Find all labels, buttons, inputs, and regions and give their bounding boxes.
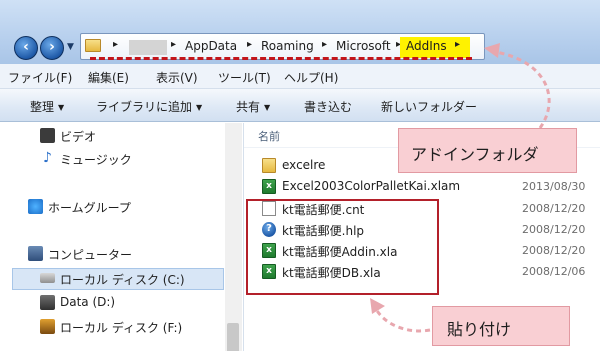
hard-drive-icon bbox=[40, 273, 55, 283]
back-icon[interactable]: ‹ bbox=[14, 36, 38, 60]
address-bar[interactable]: ▸ ▸ AppData ▸ Roaming ▸ Microsoft ▸ AddI… bbox=[80, 33, 485, 60]
pasted-files-highlight-box bbox=[246, 199, 439, 295]
removable-drive-icon bbox=[40, 319, 55, 334]
paste-callout: 貼り付け bbox=[432, 306, 570, 346]
drive-icon bbox=[40, 295, 55, 310]
addin-folder-callout-text: アドインフォルダ bbox=[411, 145, 539, 164]
computer-icon bbox=[28, 246, 43, 261]
menu-file[interactable]: ファイル(F) bbox=[8, 69, 72, 86]
address-toolbar: ‹ › ▼ ▸ ▸ AppData ▸ Roaming ▸ Microsoft … bbox=[0, 0, 600, 64]
folder-icon bbox=[262, 158, 276, 173]
nav-item-label: ホームグループ bbox=[48, 201, 131, 215]
breadcrumb-roaming[interactable]: Roaming bbox=[261, 39, 314, 53]
add-to-library-button[interactable]: ライブラリに追加 ▼ bbox=[96, 98, 202, 115]
file-date: 2013/08/30 bbox=[522, 180, 586, 193]
file-name: excelre bbox=[282, 158, 326, 172]
nav-scrollbar-thumb[interactable] bbox=[227, 323, 239, 351]
nav-item-label: ビデオ bbox=[60, 130, 97, 144]
music-note-icon: ♪ bbox=[43, 150, 52, 166]
file-date: 2008/12/20 bbox=[522, 223, 586, 236]
file-name: Excel2003ColorPalletKai.xlam bbox=[282, 179, 461, 193]
history-dropdown-icon[interactable]: ▼ bbox=[67, 42, 74, 52]
nav-item-label: ローカル ディスク (F:) bbox=[60, 321, 183, 335]
paste-callout-text: 貼り付け bbox=[447, 320, 512, 339]
redacted-user-crumb bbox=[129, 40, 167, 55]
share-button[interactable]: 共有 ▼ bbox=[236, 98, 270, 115]
column-header-name[interactable]: 名前 bbox=[258, 128, 280, 144]
nav-item-label: Data (D:) bbox=[60, 295, 116, 309]
chevron-down-icon: ▼ bbox=[264, 103, 271, 112]
breadcrumb-microsoft[interactable]: Microsoft bbox=[336, 39, 391, 53]
burn-button[interactable]: 書き込む bbox=[304, 98, 352, 115]
excel-addin-icon: x bbox=[262, 179, 276, 194]
organize-label: 整理 bbox=[30, 100, 55, 114]
breadcrumb-arrow-icon[interactable]: ▸ bbox=[322, 39, 327, 50]
nav-item-label: コンピューター bbox=[48, 248, 133, 262]
menu-view[interactable]: 表示(V) bbox=[156, 69, 198, 86]
file-row-colorpallet[interactable]: x Excel2003ColorPalletKai.xlam 2013/08/3… bbox=[258, 178, 600, 196]
chevron-down-icon: ▼ bbox=[196, 103, 203, 112]
chevron-down-icon: ▼ bbox=[58, 103, 65, 112]
command-bar: 整理 ▼ ライブラリに追加 ▼ 共有 ▼ 書き込む 新しいフォルダー bbox=[0, 89, 600, 122]
nav-item-label: ローカル ディスク (C:) bbox=[60, 273, 185, 287]
homegroup-icon bbox=[28, 199, 43, 214]
organize-button[interactable]: 整理 ▼ bbox=[30, 98, 64, 115]
breadcrumb-arrow-icon[interactable]: ▸ bbox=[171, 39, 176, 50]
share-label: 共有 bbox=[236, 100, 261, 114]
breadcrumb-addins[interactable]: AddIns bbox=[406, 39, 447, 53]
breadcrumb-arrow-icon[interactable]: ▸ bbox=[113, 39, 118, 50]
breadcrumb-arrow-icon[interactable]: ▸ bbox=[455, 39, 460, 50]
path-dashed-underline bbox=[90, 57, 472, 60]
menu-edit[interactable]: 編集(E) bbox=[88, 69, 129, 86]
folder-icon bbox=[85, 39, 101, 52]
nav-item-label: ミュージック bbox=[60, 153, 132, 167]
file-date: 2008/12/20 bbox=[522, 244, 586, 257]
add-to-library-label: ライブラリに追加 bbox=[96, 100, 193, 114]
film-icon bbox=[40, 128, 55, 143]
new-folder-button[interactable]: 新しいフォルダー bbox=[381, 98, 477, 115]
menu-tools[interactable]: ツール(T) bbox=[218, 69, 271, 86]
breadcrumb-appdata[interactable]: AppData bbox=[185, 39, 237, 53]
forward-icon[interactable]: › bbox=[40, 36, 64, 60]
menu-bar: ファイル(F) 編集(E) 表示(V) ツール(T) ヘルプ(H) bbox=[0, 64, 600, 89]
menu-help[interactable]: ヘルプ(H) bbox=[284, 69, 338, 86]
file-date: 2008/12/20 bbox=[522, 202, 586, 215]
breadcrumb-arrow-icon[interactable]: ▸ bbox=[247, 39, 252, 50]
addin-folder-callout: アドインフォルダ bbox=[398, 128, 577, 173]
file-date: 2008/12/06 bbox=[522, 265, 586, 278]
nav-scrollbar[interactable] bbox=[225, 123, 242, 351]
